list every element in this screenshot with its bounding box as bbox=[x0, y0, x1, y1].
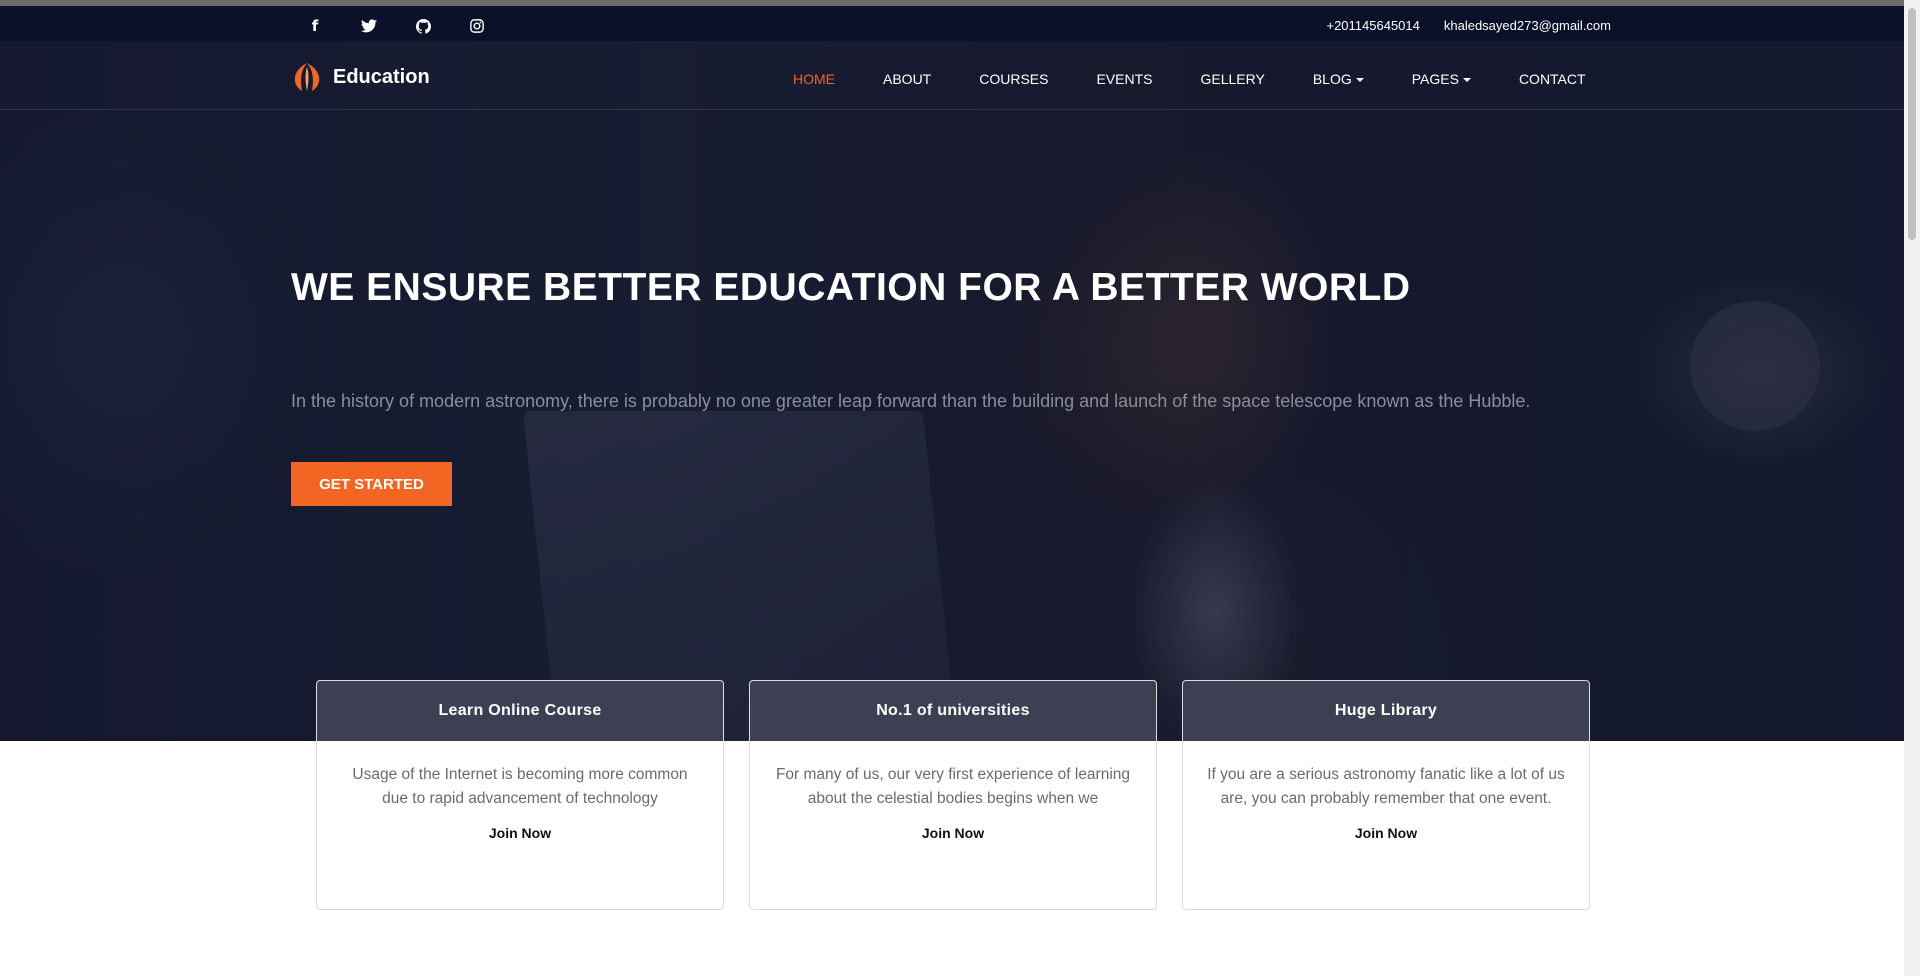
nav-blog-dropdown[interactable]: BLOG bbox=[1313, 71, 1364, 87]
facebook-icon[interactable]: f bbox=[305, 16, 325, 36]
join-now-link[interactable]: Join Now bbox=[489, 825, 551, 841]
caret-down-icon bbox=[1355, 78, 1364, 83]
card-title: Learn Online Course bbox=[317, 681, 723, 741]
email-address[interactable]: khaledsayed273@gmail.com bbox=[1444, 18, 1611, 33]
nav-courses[interactable]: COURSES bbox=[979, 71, 1048, 87]
join-now-link[interactable]: Join Now bbox=[1355, 825, 1417, 841]
scrollbar-thumb[interactable] bbox=[1908, 8, 1916, 240]
flame-logo-icon bbox=[294, 63, 320, 91]
instagram-icon[interactable] bbox=[467, 16, 487, 36]
nav-contact[interactable]: CONTACT bbox=[1519, 71, 1586, 87]
card-text: For many of us, our very first experienc… bbox=[775, 766, 1131, 807]
hero-title: WE ENSURE BETTER EDUCATION FOR A BETTER … bbox=[291, 266, 1411, 309]
contact-info: +201145645014 khaledsayed273@gmail.com bbox=[1326, 18, 1611, 33]
card-title: Huge Library bbox=[1183, 681, 1589, 741]
feature-card: No.1 of universities For many of us, our… bbox=[749, 680, 1157, 910]
hero-lead: In the history of modern astronomy, ther… bbox=[291, 391, 1531, 411]
feature-cards: Learn Online Course Usage of the Interne… bbox=[316, 680, 1590, 910]
feature-card: Learn Online Course Usage of the Interne… bbox=[316, 680, 724, 910]
top-bar: f +201145645014 khaledsayed273@gmail.com bbox=[0, 0, 1904, 41]
card-text: Usage of the Internet is becoming more c… bbox=[352, 766, 688, 807]
caret-down-icon bbox=[1462, 78, 1471, 83]
get-started-button[interactable]: GET STARTED bbox=[291, 462, 452, 506]
join-now-link[interactable]: Join Now bbox=[922, 825, 984, 841]
nav-home[interactable]: HOME bbox=[793, 71, 835, 87]
nav-blog-label: BLOG bbox=[1312, 71, 1352, 87]
nav-menu: HOME ABOUT COURSES EVENTS GELLERY BLOG P… bbox=[793, 71, 1634, 87]
github-icon[interactable] bbox=[413, 16, 433, 36]
page-scrollbar[interactable] bbox=[1904, 0, 1920, 976]
social-links: f bbox=[305, 16, 487, 36]
twitter-icon[interactable] bbox=[359, 16, 379, 36]
main-navbar: Education HOME ABOUT COURSES EVENTS GELL… bbox=[0, 41, 1904, 110]
nav-about[interactable]: ABOUT bbox=[883, 71, 931, 87]
card-text: If you are a serious astronomy fanatic l… bbox=[1207, 766, 1565, 807]
nav-pages-dropdown[interactable]: PAGES bbox=[1412, 71, 1471, 87]
nav-gellery[interactable]: GELLERY bbox=[1200, 71, 1264, 87]
hero-section: Education HOME ABOUT COURSES EVENTS GELL… bbox=[0, 41, 1904, 741]
card-title: No.1 of universities bbox=[750, 681, 1156, 741]
phone-number[interactable]: +201145645014 bbox=[1326, 18, 1419, 33]
feature-card: Huge Library If you are a serious astron… bbox=[1182, 680, 1590, 910]
nav-events[interactable]: EVENTS bbox=[1096, 71, 1152, 87]
brand[interactable]: Education bbox=[291, 61, 430, 93]
brand-name: Education bbox=[333, 65, 430, 88]
nav-pages-label: PAGES bbox=[1411, 71, 1459, 87]
